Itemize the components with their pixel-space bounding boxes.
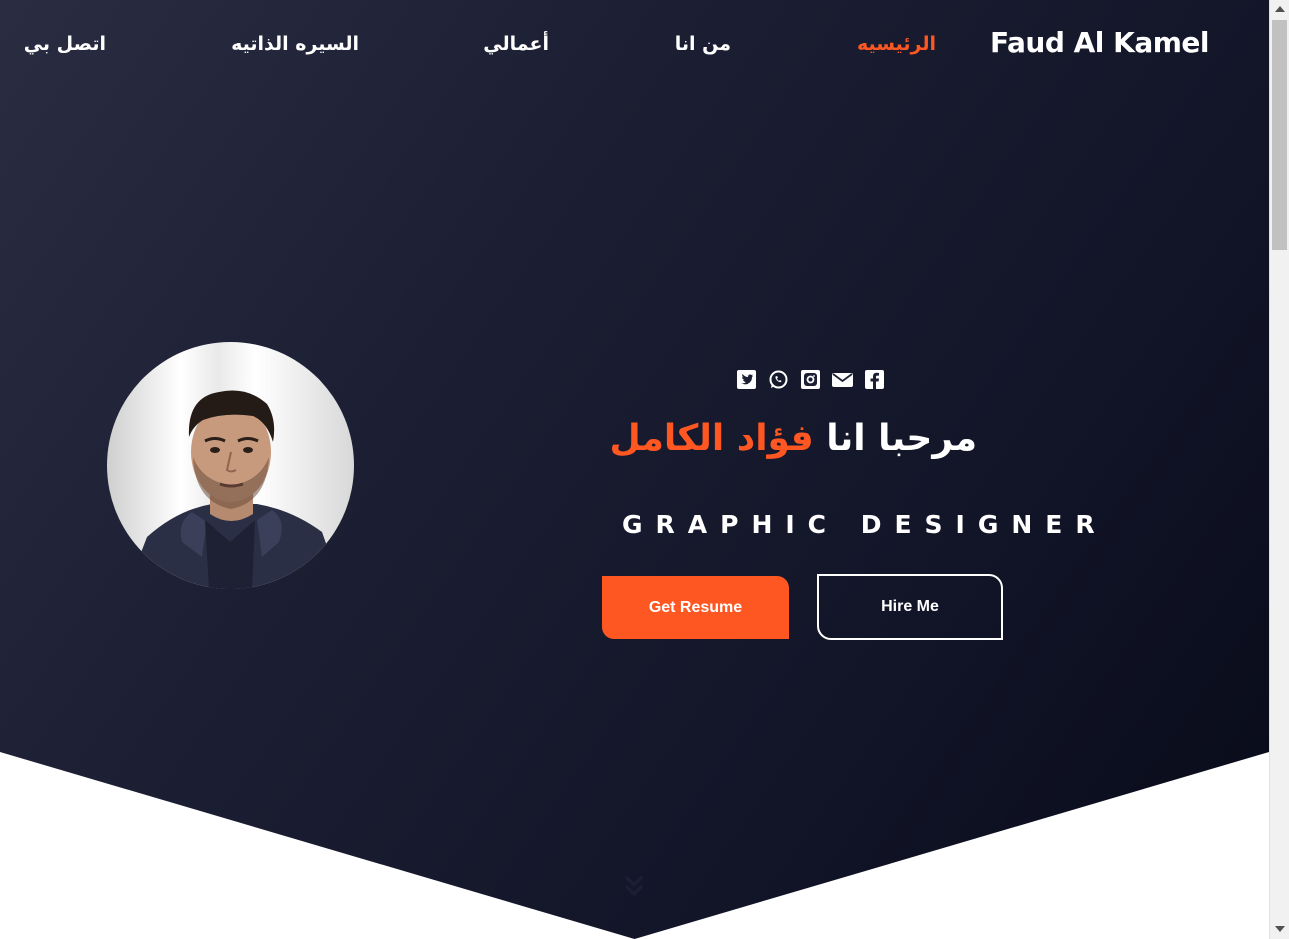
page: Faud Al Kamel الرئيسيه من انا أعمالي الس… <box>0 0 1269 939</box>
email-icon[interactable] <box>832 370 853 390</box>
name-text: فؤاد الكامل <box>609 418 814 459</box>
profile-photo <box>127 390 342 589</box>
navbar: Faud Al Kamel الرئيسيه من انا أعمالي الس… <box>0 0 1269 90</box>
hero-section: Faud Al Kamel الرئيسيه من انا أعمالي الس… <box>0 0 1269 939</box>
nav-item-portfolio[interactable]: أعمالي <box>483 33 549 55</box>
scroll-up-arrow-icon[interactable] <box>1275 6 1285 12</box>
avatar <box>107 342 354 589</box>
instagram-icon[interactable] <box>800 370 821 390</box>
get-resume-button[interactable]: Get Resume <box>602 576 789 639</box>
twitter-icon[interactable] <box>736 370 757 390</box>
facebook-icon[interactable] <box>864 370 885 390</box>
hire-me-button[interactable]: Hire Me <box>817 574 1003 640</box>
nav-item-home[interactable]: الرئيسيه <box>857 33 936 55</box>
vertical-scrollbar[interactable] <box>1269 0 1289 939</box>
nav-item-about[interactable]: من انا <box>675 33 731 55</box>
scroll-down-icon[interactable] <box>624 876 644 898</box>
greeting-text: مرحبا انا <box>826 418 977 459</box>
role-title: GRAPHIC DESIGNER <box>622 510 1108 539</box>
nav-item-contact[interactable]: اتصل بي <box>24 33 106 55</box>
scrollbar-thumb[interactable] <box>1272 20 1287 250</box>
brand-logo[interactable]: Faud Al Kamel <box>990 26 1209 59</box>
whatsapp-icon[interactable] <box>768 370 789 390</box>
social-links <box>736 370 885 390</box>
hero-headline: مرحبا انا فؤاد الكامل <box>609 418 977 459</box>
nav-item-resume[interactable]: السيره الذاتيه <box>231 33 359 55</box>
scroll-down-arrow-icon[interactable] <box>1275 926 1285 932</box>
